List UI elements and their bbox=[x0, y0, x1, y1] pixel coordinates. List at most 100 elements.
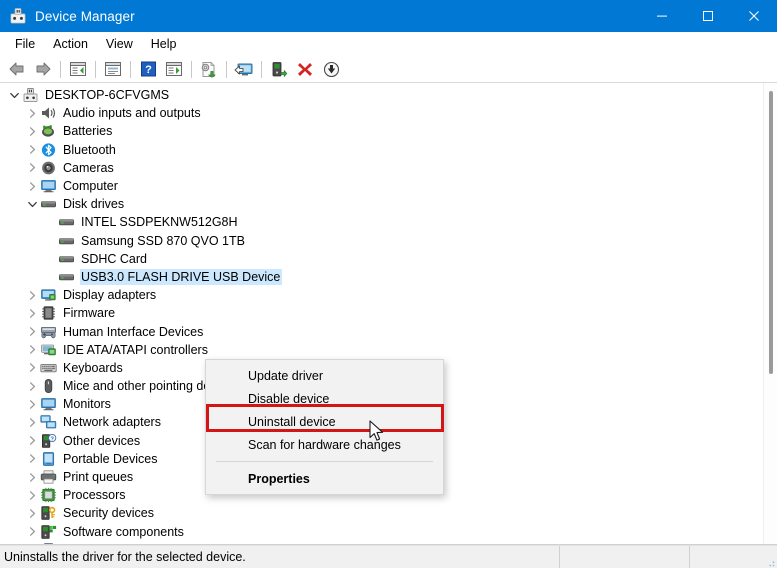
menu-action[interactable]: Action bbox=[44, 34, 97, 54]
chevron-right-icon[interactable] bbox=[24, 505, 40, 521]
battery-icon bbox=[40, 123, 57, 139]
menu-view[interactable]: View bbox=[97, 34, 142, 54]
tree-item-label: Human Interface Devices bbox=[62, 324, 205, 340]
chevron-right-icon[interactable] bbox=[24, 542, 40, 544]
context-menu[interactable]: Update driver Disable device Uninstall d… bbox=[205, 359, 444, 495]
forward-button[interactable] bbox=[30, 57, 56, 81]
back-button[interactable] bbox=[4, 57, 30, 81]
tree-item-label: DESKTOP-6CFVGMS bbox=[44, 87, 171, 103]
twisty-placeholder bbox=[42, 233, 58, 249]
uninstall-device-button[interactable] bbox=[292, 57, 318, 81]
chevron-right-icon[interactable] bbox=[24, 433, 40, 449]
status-message: Uninstalls the driver for the selected d… bbox=[0, 546, 560, 568]
tree-item[interactable]: Cameras bbox=[0, 159, 763, 177]
chevron-right-icon[interactable] bbox=[24, 324, 40, 340]
ide-controller-icon bbox=[40, 342, 57, 358]
tree-item[interactable]: Firmware bbox=[0, 304, 763, 322]
properties-button[interactable] bbox=[100, 57, 126, 81]
tree-item-label: Audio inputs and outputs bbox=[62, 105, 203, 121]
properties-window-icon bbox=[104, 61, 122, 77]
minimize-button[interactable] bbox=[639, 0, 685, 32]
keyboard-icon bbox=[40, 360, 57, 376]
software-component-icon bbox=[40, 524, 57, 540]
tree-item-label: Batteries bbox=[62, 123, 114, 139]
chevron-right-icon[interactable] bbox=[24, 123, 40, 139]
chevron-right-icon[interactable] bbox=[24, 178, 40, 194]
chevron-down-icon[interactable] bbox=[24, 196, 40, 212]
bluetooth-icon bbox=[40, 142, 57, 158]
chevron-down-icon[interactable] bbox=[6, 87, 22, 103]
maximize-button[interactable] bbox=[685, 0, 731, 32]
tree-item-label: Display adapters bbox=[62, 287, 158, 303]
unknown-device-icon: ? bbox=[40, 433, 57, 449]
tree-item[interactable]: INTEL SSDPEKNW512G8H bbox=[0, 213, 763, 231]
chevron-right-icon[interactable] bbox=[24, 160, 40, 176]
resize-grip-icon[interactable] bbox=[764, 555, 776, 567]
context-menu-item-uninstall-device[interactable]: Uninstall device bbox=[206, 410, 443, 433]
menu-file[interactable]: File bbox=[6, 34, 44, 54]
tree-item[interactable]: DESKTOP-6CFVGMS bbox=[0, 86, 763, 104]
chevron-right-icon[interactable] bbox=[24, 305, 40, 321]
chevron-right-icon[interactable] bbox=[24, 469, 40, 485]
chevron-right-icon[interactable] bbox=[24, 396, 40, 412]
vertical-scrollbar[interactable] bbox=[763, 83, 777, 544]
context-menu-item-disable-device[interactable]: Disable device bbox=[206, 387, 443, 410]
tree-item[interactable]: Display adapters bbox=[0, 286, 763, 304]
enable-device-button[interactable] bbox=[266, 57, 292, 81]
tree-item[interactable]: Human Interface Devices bbox=[0, 322, 763, 340]
tree-item[interactable]: IDE ATA/ATAPI controllers bbox=[0, 341, 763, 359]
tree-item-label: IDE ATA/ATAPI controllers bbox=[62, 342, 210, 358]
tree-item[interactable]: Security devices bbox=[0, 504, 763, 522]
twisty-placeholder bbox=[42, 269, 58, 285]
context-menu-item-scan-for-hardware-changes[interactable]: Scan for hardware changes bbox=[206, 433, 443, 456]
question-mark-icon: ? bbox=[140, 61, 157, 77]
chevron-right-icon[interactable] bbox=[24, 451, 40, 467]
chevron-right-icon[interactable] bbox=[24, 524, 40, 540]
update-driver-button[interactable] bbox=[196, 57, 222, 81]
menu-help[interactable]: Help bbox=[142, 34, 186, 54]
chevron-right-icon[interactable] bbox=[24, 342, 40, 358]
security-key-icon bbox=[40, 505, 57, 521]
monitor-icon bbox=[40, 178, 57, 194]
toolbar-separator-6 bbox=[261, 61, 262, 78]
scan-for-hardware-changes-button[interactable] bbox=[231, 57, 257, 81]
toolbar: ? bbox=[0, 56, 777, 83]
tree-item[interactable]: SDHC Card bbox=[0, 250, 763, 268]
chevron-right-icon[interactable] bbox=[24, 378, 40, 394]
monitor-icon bbox=[40, 396, 57, 412]
status-segment-1 bbox=[560, 546, 690, 568]
scrollbar-thumb[interactable] bbox=[769, 91, 773, 374]
tree-item[interactable]: Audio inputs and outputs bbox=[0, 104, 763, 122]
chevron-right-icon[interactable] bbox=[24, 287, 40, 303]
chevron-right-icon[interactable] bbox=[24, 360, 40, 376]
context-menu-item-properties[interactable]: Properties bbox=[206, 467, 443, 490]
show-hide-console-tree-button[interactable] bbox=[65, 57, 91, 81]
disk-drive-icon bbox=[58, 269, 75, 285]
svg-text:?: ? bbox=[145, 64, 152, 76]
tree-item[interactable]: Software components bbox=[0, 523, 763, 541]
window-title: Device Manager bbox=[35, 9, 639, 24]
show-hide-action-pane-button[interactable] bbox=[161, 57, 187, 81]
tree-item-label: Mice and other pointing de bbox=[62, 378, 212, 394]
chevron-right-icon[interactable] bbox=[24, 105, 40, 121]
chevron-right-icon[interactable] bbox=[24, 142, 40, 158]
action-pane-icon bbox=[165, 61, 183, 77]
tree-item-label: INTEL SSDPEKNW512G8H bbox=[80, 214, 240, 230]
tree-item[interactable]: USB3.0 FLASH DRIVE USB Device bbox=[0, 268, 763, 286]
context-menu-item-update-driver[interactable]: Update driver bbox=[206, 364, 443, 387]
close-button[interactable] bbox=[731, 0, 777, 32]
chevron-right-icon[interactable] bbox=[24, 487, 40, 503]
tree-item[interactable]: Samsung SSD 870 QVO 1TB bbox=[0, 232, 763, 250]
mouse-cursor-icon bbox=[369, 420, 386, 449]
tree-item[interactable]: Computer bbox=[0, 177, 763, 195]
tree-item-label: Software components bbox=[62, 524, 186, 540]
tree-item[interactable]: Disk drives bbox=[0, 195, 763, 213]
tree-item[interactable]: Bluetooth bbox=[0, 141, 763, 159]
device-manager-icon bbox=[9, 7, 27, 25]
tree-item-label: Security devices bbox=[62, 505, 156, 521]
chevron-right-icon[interactable] bbox=[24, 414, 40, 430]
disable-device-button[interactable] bbox=[318, 57, 344, 81]
tree-item[interactable]: Software devices bbox=[0, 541, 763, 544]
tree-item[interactable]: Batteries bbox=[0, 122, 763, 140]
help-button[interactable]: ? bbox=[135, 57, 161, 81]
